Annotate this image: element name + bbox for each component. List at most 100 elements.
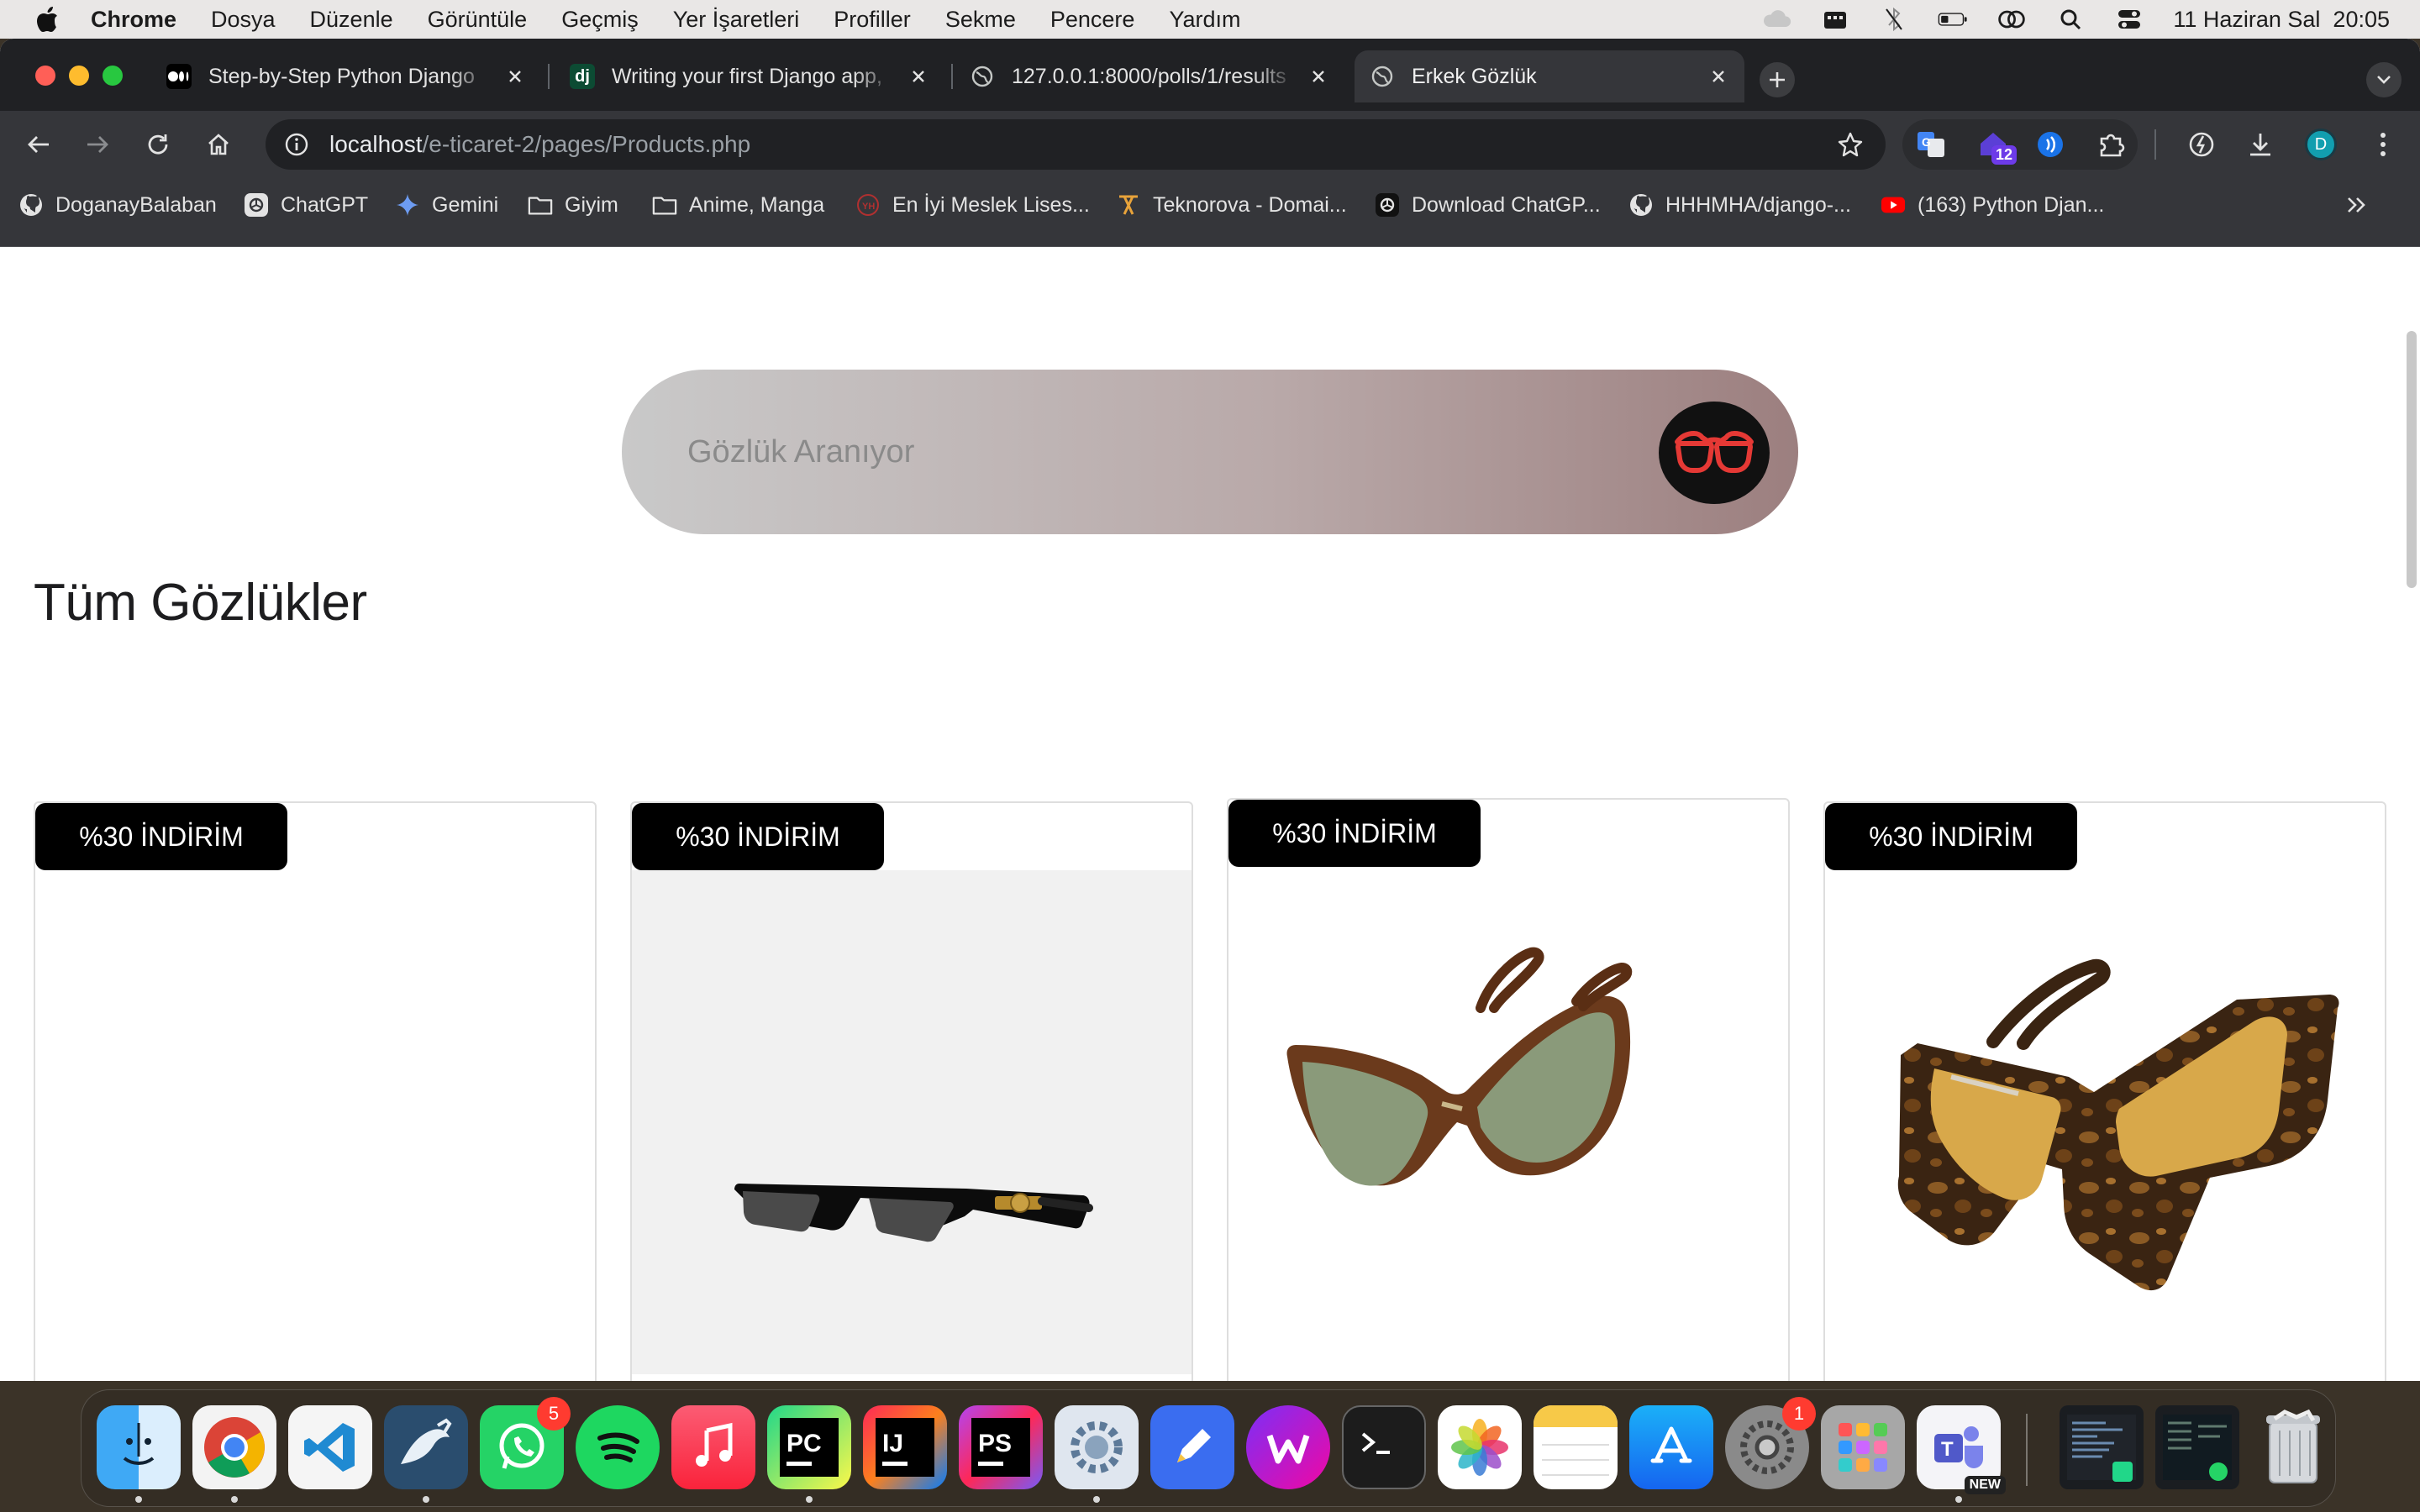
zoom-window-button[interactable]: [103, 66, 123, 86]
chrome-window: Step-by-Step Python Django dj Writing yo…: [0, 39, 2420, 1381]
profile-avatar[interactable]: D: [2302, 126, 2339, 163]
download-icon[interactable]: [2242, 126, 2279, 163]
macos-dock: 5 PC IJ PS 1 T NEW: [81, 1389, 2336, 1507]
bookmark-youtube-python-django[interactable]: (163) Python Djan...: [1881, 178, 2104, 232]
menu-sekme[interactable]: Sekme: [945, 7, 1016, 33]
extension-notifications-icon[interactable]: 12: [1975, 126, 2017, 165]
tab-writing-first-django-app[interactable]: dj Writing your first Django app,: [555, 50, 944, 102]
search-input[interactable]: [687, 417, 1612, 487]
extensions-puzzle-icon[interactable]: [2092, 126, 2129, 163]
search-button[interactable]: [1659, 402, 1770, 504]
bookmarks-bar: DoganayBalaban ChatGPT Gemini Giyim Anim…: [0, 178, 2420, 247]
menu-yer-isaretleri[interactable]: Yer İşaretleri: [673, 7, 800, 33]
product-image[interactable]: [1228, 867, 1788, 1371]
photos-icon[interactable]: [1438, 1405, 1522, 1489]
menu-profiller[interactable]: Profiller: [834, 7, 911, 33]
product-card[interactable]: %30 İNDİRİM: [1823, 801, 2386, 1381]
home-button[interactable]: [200, 126, 237, 163]
close-window-button[interactable]: [35, 66, 55, 86]
bookmark-teknorova[interactable]: Teknorova - Domai...: [1116, 178, 1347, 232]
intellij-idea-icon[interactable]: IJ: [863, 1405, 947, 1489]
vertical-scrollbar[interactable]: [2407, 331, 2417, 588]
vscode-icon[interactable]: [288, 1405, 372, 1489]
menu-app-chrome[interactable]: Chrome: [91, 7, 176, 33]
cloud-icon[interactable]: [1761, 7, 1791, 32]
pycharm-icon[interactable]: PC: [767, 1405, 851, 1489]
pencil-app-icon[interactable]: [1150, 1405, 1234, 1489]
mysql-workbench-icon[interactable]: [384, 1405, 468, 1489]
close-tab-icon[interactable]: [502, 64, 528, 89]
close-tab-icon[interactable]: [906, 64, 931, 89]
control-center-icon[interactable]: [2114, 7, 2144, 32]
globe-icon: [1370, 64, 1395, 89]
new-tab-button[interactable]: [1760, 62, 1795, 97]
bookmark-chatgpt[interactable]: ChatGPT: [244, 178, 368, 232]
product-card[interactable]: %30 İNDİRİM: [630, 801, 1193, 1381]
bookmark-label: Anime, Manga: [689, 192, 825, 217]
terminal-icon[interactable]: [1342, 1405, 1426, 1489]
site-info-icon[interactable]: [282, 130, 311, 159]
trash-icon[interactable]: [2251, 1405, 2335, 1489]
minimize-window-button[interactable]: [69, 66, 89, 86]
bookmark-doganaybalaban[interactable]: DoganayBalaban: [18, 178, 217, 232]
tab-polls-results[interactable]: 127.0.0.1:8000/polls/1/results: [955, 50, 1344, 102]
system-settings-icon[interactable]: 1: [1725, 1397, 1816, 1489]
wps-office-icon[interactable]: [1246, 1405, 1330, 1489]
whatsapp-icon[interactable]: 5: [480, 1397, 571, 1489]
bookmark-gemini[interactable]: Gemini: [395, 178, 498, 232]
bookmark-giyim[interactable]: Giyim: [528, 178, 618, 232]
launchpad-icon[interactable]: [1821, 1405, 1905, 1489]
menu-duzenle[interactable]: Düzenle: [310, 7, 393, 33]
apple-menu-icon[interactable]: [34, 6, 60, 33]
more-bookmarks-icon[interactable]: [2346, 178, 2366, 232]
product-image[interactable]: [35, 870, 595, 1374]
minimized-pycharm-window[interactable]: [2060, 1405, 2144, 1489]
url-text[interactable]: localhost/e-ticaret-2/pages/Products.php: [329, 131, 750, 158]
clock-datetime[interactable]: 11 Haziran Sal 20:05: [2173, 7, 2390, 33]
bookmark-download-chatgpt[interactable]: Download ChatGP...: [1375, 178, 1601, 232]
address-bar[interactable]: localhost/e-ticaret-2/pages/Products.php: [266, 119, 1886, 170]
product-image[interactable]: [1825, 870, 2385, 1374]
performance-icon[interactable]: [2183, 126, 2220, 163]
menu-yardim[interactable]: Yardım: [1169, 7, 1240, 33]
forward-button[interactable]: [79, 126, 116, 163]
close-tab-icon[interactable]: [1706, 64, 1731, 89]
spotify-icon[interactable]: [576, 1405, 660, 1489]
bluetooth-off-icon[interactable]: [1879, 7, 1909, 32]
chrome-menu-icon[interactable]: [2365, 126, 2402, 163]
menu-pencere[interactable]: Pencere: [1050, 7, 1135, 33]
menu-dosya[interactable]: Dosya: [211, 7, 276, 33]
minimized-whatsapp-window[interactable]: [2155, 1405, 2239, 1489]
finder-icon[interactable]: [97, 1405, 181, 1489]
tab-erkek-gozluk[interactable]: Erkek Gözlük: [1355, 50, 1744, 102]
battery-icon[interactable]: [1938, 7, 1968, 32]
menu-goruntule[interactable]: Görüntüle: [428, 7, 528, 33]
audio-extension-icon[interactable]: [2032, 126, 2069, 163]
google-translate-icon[interactable]: G: [1912, 126, 1949, 163]
back-button[interactable]: [20, 126, 57, 163]
app-store-icon[interactable]: [1629, 1405, 1713, 1489]
bookmark-star-icon[interactable]: [1835, 129, 1865, 160]
bookmark-meslek-lisesi[interactable]: YH En İyi Meslek Lises...: [855, 178, 1090, 232]
notes-icon[interactable]: [1534, 1405, 1618, 1489]
music-icon[interactable]: [671, 1405, 755, 1489]
microsoft-teams-icon[interactable]: T NEW: [1917, 1405, 2006, 1494]
reload-button[interactable]: [139, 126, 176, 163]
product-card[interactable]: %30 İNDİRİM: [34, 801, 597, 1381]
system-utility-gear-icon[interactable]: [1055, 1405, 1139, 1489]
folder-icon: [528, 192, 553, 218]
phpstorm-icon[interactable]: PS: [959, 1405, 1043, 1489]
screen-mirroring-icon[interactable]: [1996, 7, 2027, 32]
product-card[interactable]: %30 İNDİRİM: [1227, 798, 1790, 1381]
menu-gecmis[interactable]: Geçmiş: [561, 7, 639, 33]
bookmark-anime-manga[interactable]: Anime, Manga: [652, 178, 824, 232]
battery-app-icon[interactable]: [1820, 7, 1850, 32]
google-chrome-icon[interactable]: [192, 1405, 276, 1489]
school-icon: YH: [855, 192, 881, 218]
spotlight-search-icon[interactable]: [2055, 7, 2086, 32]
close-tab-icon[interactable]: [1306, 64, 1331, 89]
product-image[interactable]: [632, 870, 1192, 1374]
bookmark-django-repo[interactable]: HHHMHA/django-...: [1628, 178, 1851, 232]
tab-step-by-step-django[interactable]: Step-by-Step Python Django: [151, 50, 541, 102]
tab-search-button[interactable]: [2366, 62, 2402, 97]
